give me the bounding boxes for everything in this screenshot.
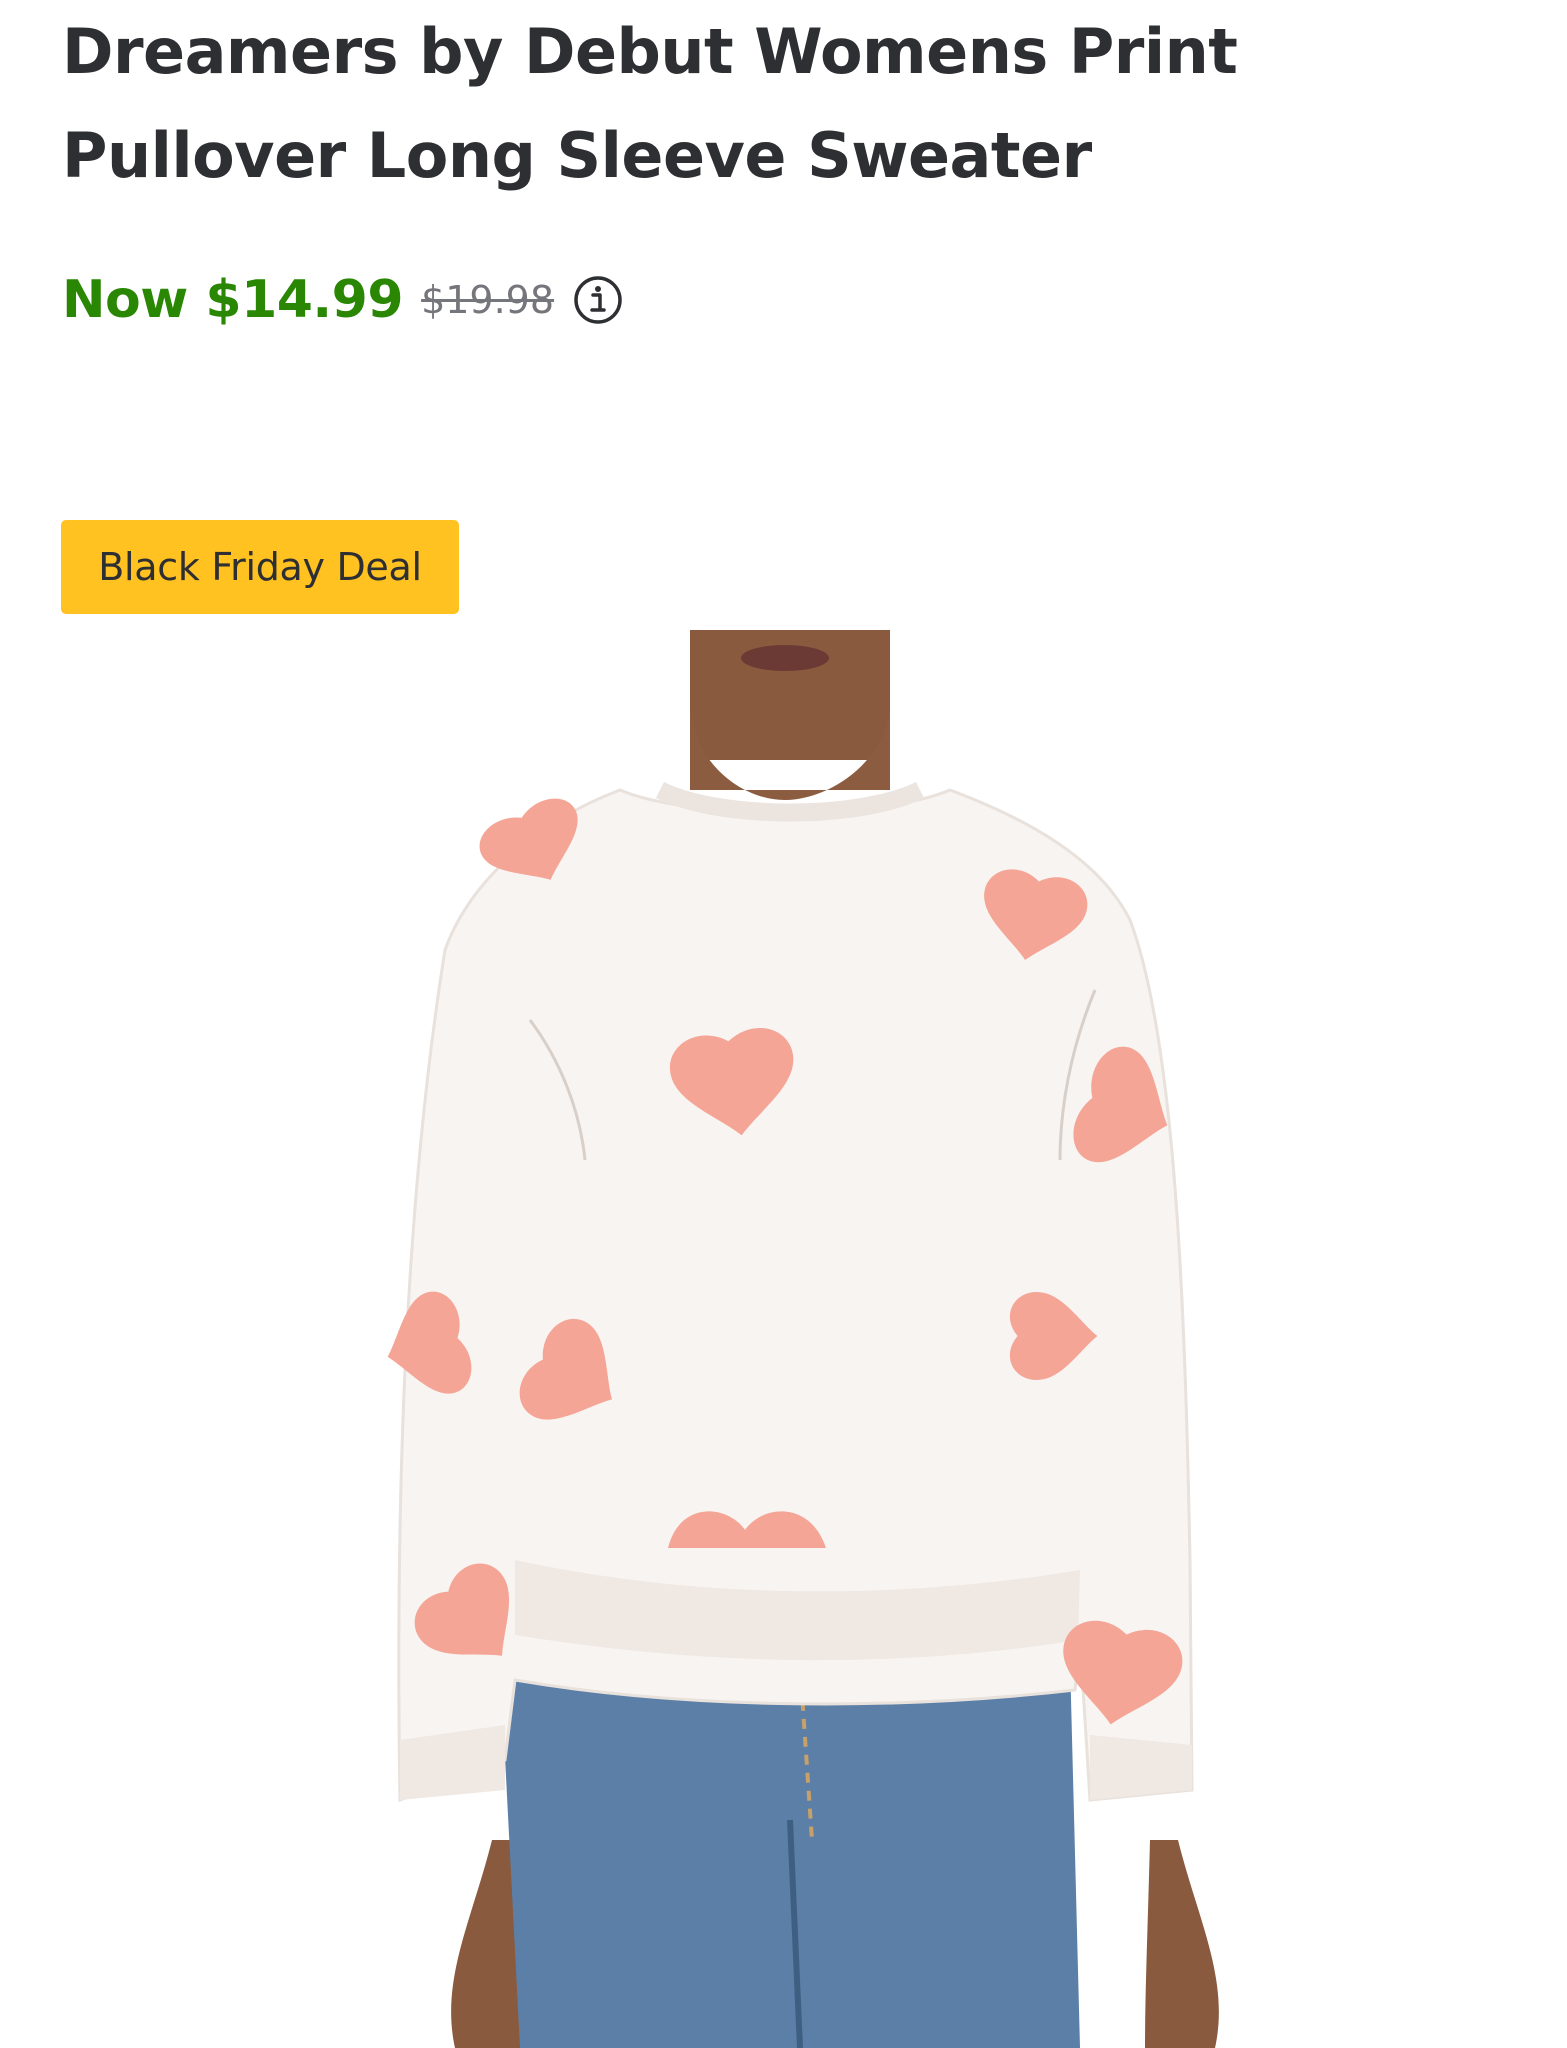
was-price: $19.98 bbox=[421, 278, 555, 322]
product-title: Dreamers by Debut Womens Print Pullover … bbox=[62, 15, 1238, 192]
black-friday-deal-badge: Black Friday Deal bbox=[61, 520, 459, 614]
info-icon[interactable] bbox=[572, 274, 624, 326]
price-row: Now $14.99 $19.98 bbox=[62, 262, 624, 338]
current-price: Now $14.99 bbox=[62, 270, 404, 330]
product-image[interactable] bbox=[0, 628, 1567, 2048]
